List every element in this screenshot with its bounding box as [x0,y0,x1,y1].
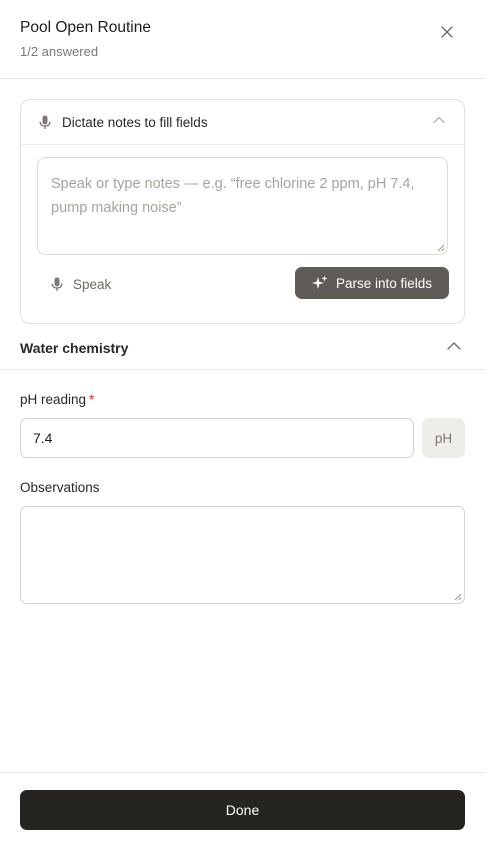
section-water-chemistry-toggle[interactable]: Water chemistry [0,325,485,370]
ph-label-text: pH reading [20,392,87,407]
ph-field-label: pH reading * [20,392,94,407]
chevron-up-icon [433,116,445,124]
mic-icon [39,115,51,129]
checklist-panel: Pool Open Routine 1/2 answered Dictate n… [0,0,485,845]
dictate-header-toggle[interactable]: Dictate notes to fill fields [21,100,464,145]
observations-label: Observations [20,480,100,495]
notes-placeholder: Speak or type notes — e.g. “free chlorin… [51,176,415,216]
dictate-title: Dictate notes to fill fields [62,115,208,130]
resize-grip-icon[interactable] [437,244,445,252]
mic-icon [51,277,63,291]
unit-badge: pH [422,418,465,458]
done-label: Done [225,802,260,818]
page-title: Pool Open Routine [20,19,151,36]
speak-button[interactable]: Speak [51,274,111,294]
panel-footer: Done [0,772,485,845]
panel-header: Pool Open Routine 1/2 answered [0,0,485,79]
observations-textarea[interactable] [20,506,465,604]
dictation-notes-textarea[interactable]: Speak or type notes — e.g. “free chlorin… [37,157,448,255]
section-title: Water chemistry [20,340,129,356]
progress-text: 1/2 answered [20,44,99,59]
close-button[interactable] [436,21,458,43]
required-marker: * [89,392,95,407]
speak-label: Speak [73,276,112,292]
resize-grip-icon[interactable] [454,593,462,601]
parse-into-fields-button[interactable]: Parse into fields [295,267,449,299]
chevron-up-icon [447,342,461,350]
sparkle-icon [311,275,328,289]
parse-label: Parse into fields [335,275,433,291]
ph-input[interactable] [20,418,414,458]
close-icon [441,26,453,38]
dictate-card: Dictate notes to fill fields Speak or ty… [20,99,465,324]
done-button[interactable]: Done [20,790,465,830]
